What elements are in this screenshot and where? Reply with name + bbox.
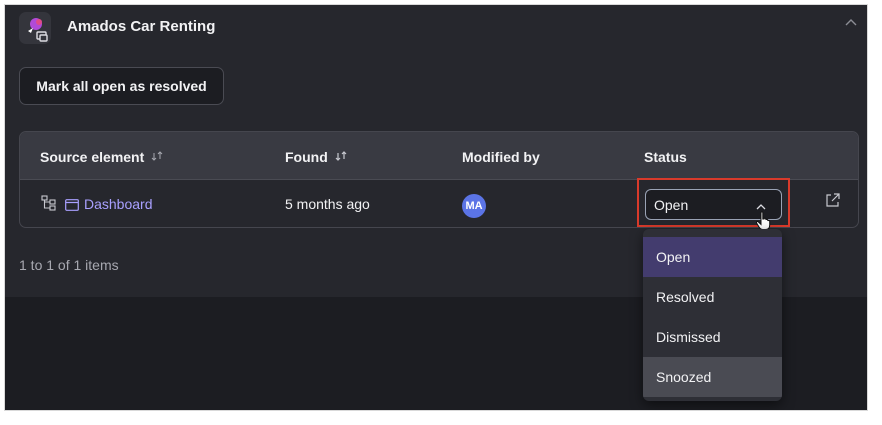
window-frame: Amados Car Renting Mark all open as reso… [5, 5, 867, 410]
column-label: Status [644, 149, 687, 165]
column-label: Found [285, 149, 328, 165]
status-option-open[interactable]: Open [643, 237, 782, 277]
table-header: Source element Found Modified by Status [20, 132, 858, 180]
pagination-summary: 1 to 1 of 1 items [19, 257, 119, 273]
app-logo-icon [19, 12, 51, 44]
source-element-link[interactable]: Dashboard [84, 196, 153, 212]
app-title: Amados Car Renting [67, 18, 216, 35]
sort-icon[interactable] [334, 149, 348, 165]
sort-icon[interactable] [150, 149, 164, 165]
found-cell: 5 months ago [285, 196, 370, 212]
column-header-source-element[interactable]: Source element [40, 149, 164, 165]
status-dropdown-menu: Open Resolved Dismissed Snoozed [643, 229, 782, 401]
status-option-dismissed[interactable]: Dismissed [643, 317, 782, 357]
status-option-resolved[interactable]: Resolved [643, 277, 782, 317]
open-external-icon[interactable] [825, 192, 841, 213]
status-select-value: Open [654, 197, 689, 213]
column-header-status: Status [644, 149, 687, 165]
dashboard-window-icon [65, 198, 79, 216]
column-label: Modified by [462, 149, 540, 165]
status-option-snoozed[interactable]: Snoozed [643, 357, 782, 397]
collapse-chevron-up-icon[interactable] [843, 15, 859, 31]
column-label: Source element [40, 149, 145, 165]
mark-all-resolved-button[interactable]: Mark all open as resolved [19, 67, 224, 105]
avatar: MA [462, 194, 486, 218]
column-header-modified-by: Modified by [462, 149, 540, 165]
component-tree-icon [41, 195, 57, 216]
column-header-found[interactable]: Found [285, 149, 348, 165]
